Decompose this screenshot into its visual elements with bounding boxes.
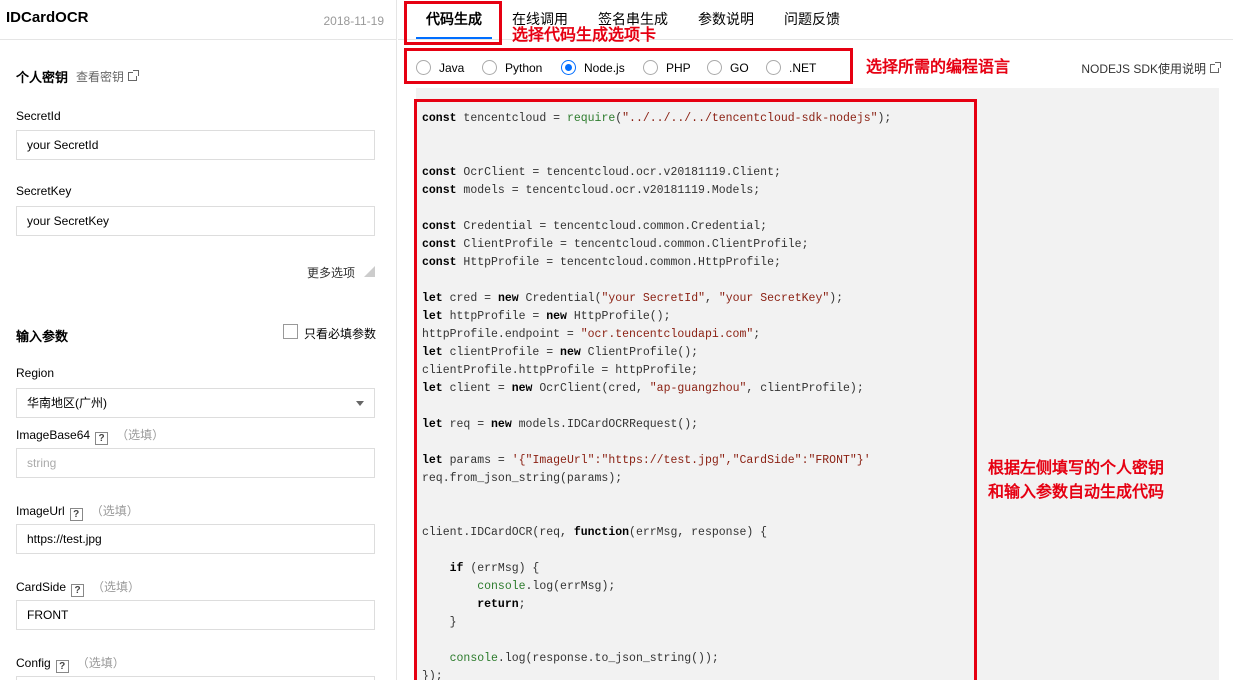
- radio-python[interactable]: Python: [482, 60, 542, 75]
- radio-circle-icon: [707, 60, 722, 75]
- tab-param-docs[interactable]: 参数说明: [698, 9, 754, 29]
- external-link-icon: [128, 70, 140, 81]
- image-base64-label: ImageBase64? （选填）: [16, 428, 165, 445]
- image-url-input[interactable]: https://test.jpg: [16, 524, 375, 554]
- config-label: Config? （选填）: [16, 656, 125, 673]
- radio-java[interactable]: Java: [416, 60, 464, 75]
- code-panel: const tencentcloud = require("../../../.…: [416, 88, 1219, 680]
- language-annotation: 选择所需的编程语言: [866, 57, 1011, 76]
- required-only-label: 只看必填参数: [304, 327, 377, 341]
- radio-circle-icon: [766, 60, 781, 75]
- left-header: IDCardOCR 2018-11-19: [0, 0, 396, 40]
- params-section-title: 输入参数: [16, 329, 69, 344]
- more-options-toggle[interactable]: 更多选项: [307, 264, 355, 281]
- required-only-checkbox[interactable]: [283, 324, 298, 339]
- region-select-value: 华南地区(广州): [27, 396, 107, 410]
- secret-key-input[interactable]: your SecretKey: [16, 206, 375, 236]
- radio-php[interactable]: PHP: [643, 60, 691, 75]
- radio-nodejs[interactable]: Node.js: [561, 60, 625, 75]
- card-side-input[interactable]: FRONT: [16, 600, 375, 630]
- help-icon[interactable]: ?: [69, 508, 83, 521]
- radio-circle-icon: [643, 60, 658, 75]
- generated-code[interactable]: const tencentcloud = require("../../../.…: [422, 110, 891, 680]
- app-title: IDCardOCR: [6, 9, 89, 26]
- corner-triangle-icon: [364, 266, 375, 277]
- tab-annotation: 选择代码生成选项卡: [512, 25, 657, 44]
- radio-selected-icon: [561, 60, 576, 75]
- help-icon[interactable]: ?: [55, 660, 69, 673]
- code-annotation-line2: 和输入参数自动生成代码: [988, 482, 1165, 501]
- api-version-date: 2018-11-19: [323, 14, 385, 28]
- secret-section-title: 个人密钥: [16, 70, 69, 85]
- view-secret-link[interactable]: 查看密钥: [76, 68, 140, 85]
- help-icon[interactable]: ?: [71, 584, 85, 597]
- secret-id-label: SecretId: [16, 109, 61, 123]
- tab-feedback[interactable]: 问题反馈: [784, 9, 840, 29]
- tab-code-generation[interactable]: 代码生成: [426, 9, 482, 29]
- config-input[interactable]: [16, 676, 375, 680]
- chevron-down-icon: [356, 401, 364, 406]
- secret-id-input[interactable]: your SecretId: [16, 130, 375, 160]
- image-url-label: ImageUrl? （选填）: [16, 504, 139, 521]
- radio-circle-icon: [416, 60, 431, 75]
- external-link-icon: [1210, 62, 1221, 73]
- left-panel: IDCardOCR 2018-11-19 个人密钥 查看密钥 SecretId …: [0, 0, 397, 680]
- region-label: Region: [16, 366, 55, 380]
- region-select[interactable]: 华南地区(广州): [16, 388, 375, 418]
- card-side-label: CardSide? （选填）: [16, 580, 141, 597]
- active-tab-indicator: [416, 37, 492, 39]
- radio-dotnet[interactable]: .NET: [766, 60, 816, 75]
- help-icon[interactable]: ?: [95, 432, 109, 445]
- code-annotation-line1: 根据左侧填写的个人密钥: [988, 458, 1165, 477]
- image-base64-input[interactable]: string: [16, 448, 375, 478]
- sdk-docs-link[interactable]: NODEJS SDK使用说明: [1081, 60, 1221, 77]
- radio-circle-icon: [482, 60, 497, 75]
- radio-go[interactable]: GO: [707, 60, 749, 75]
- secret-key-label: SecretKey: [16, 184, 72, 198]
